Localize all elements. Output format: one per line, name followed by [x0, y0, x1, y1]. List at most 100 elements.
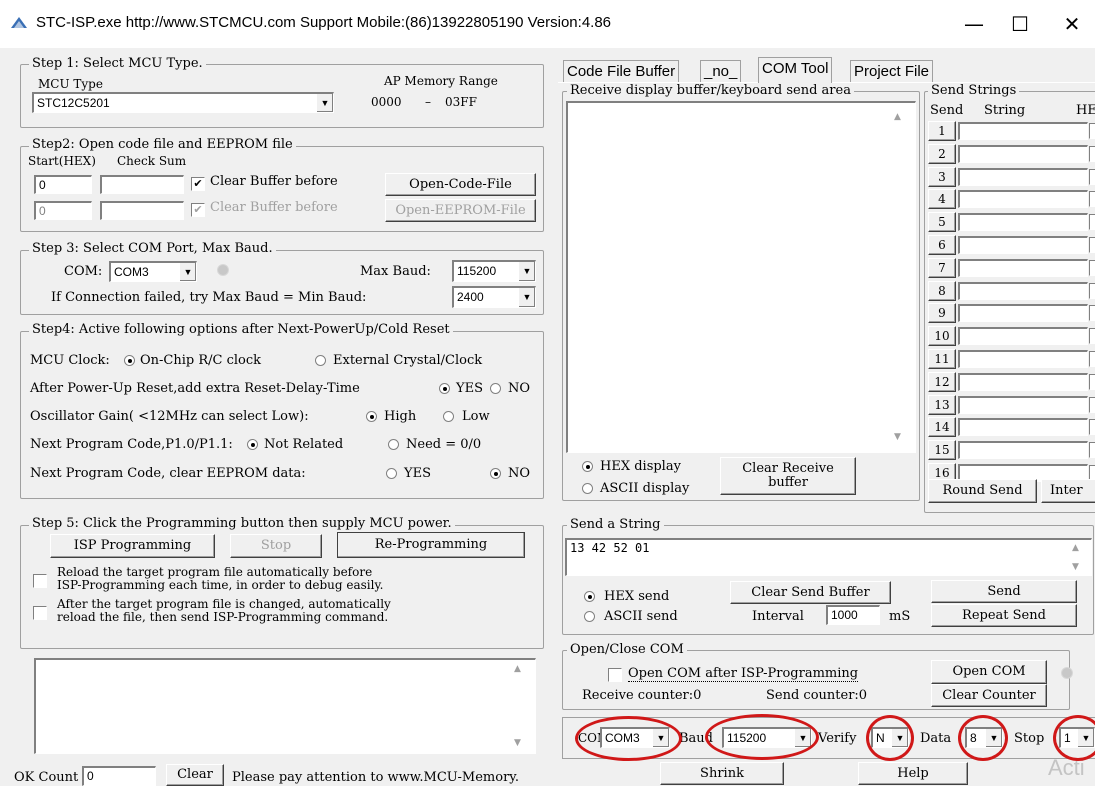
shrink-button[interactable]: Shrink: [660, 762, 784, 785]
send-string-input[interactable]: [958, 281, 1088, 300]
code-checksum-input[interactable]: [100, 175, 184, 194]
chevron-down-icon[interactable]: ▼: [518, 288, 535, 307]
send-string-number-button[interactable]: 1: [928, 121, 956, 141]
send-string-number-button[interactable]: 10: [928, 326, 956, 347]
send-string-input[interactable]: [958, 190, 1088, 209]
chevron-down-icon[interactable]: ▼: [518, 262, 535, 281]
send-string-hex-checkbox[interactable]: [1089, 145, 1095, 162]
clear-counter-button[interactable]: Clear Counter: [931, 684, 1047, 707]
send-string-hex-checkbox[interactable]: [1089, 237, 1095, 253]
ascii-send-radio[interactable]: [584, 611, 595, 622]
tab-code-file-buffer[interactable]: Code File Buffer: [563, 60, 680, 82]
send-string-hex-checkbox[interactable]: [1089, 396, 1095, 413]
send-string-hex-checkbox[interactable]: [1089, 442, 1095, 459]
help-button[interactable]: Help: [858, 762, 968, 785]
maximize-icon[interactable]: ☐: [997, 8, 1043, 40]
eeprom-checksum-input[interactable]: [100, 201, 184, 220]
send-string-number-button[interactable]: 15: [928, 440, 956, 461]
ascii-display-radio[interactable]: [582, 483, 593, 494]
send-string-number-button[interactable]: 8: [928, 280, 956, 301]
not-related-radio[interactable]: [247, 439, 258, 450]
clear-ok-count-button[interactable]: Clear: [166, 764, 224, 786]
reload-after-change-checkbox[interactable]: [33, 606, 47, 620]
reload-before-checkbox[interactable]: [33, 574, 47, 588]
clear-send-buffer-button[interactable]: Clear Send Buffer: [730, 581, 891, 604]
send-string-hex-checkbox[interactable]: [1089, 328, 1095, 345]
receive-buffer-area[interactable]: [566, 101, 916, 453]
chevron-down-icon[interactable]: ▼: [316, 94, 333, 112]
osc-gain-high-radio[interactable]: [366, 411, 377, 422]
send-string-hex-checkbox[interactable]: [1089, 214, 1095, 231]
send-string-hex-checkbox[interactable]: [1089, 351, 1095, 367]
send-string-hex-checkbox[interactable]: [1089, 282, 1095, 299]
send-string-number-button[interactable]: 12: [928, 371, 956, 392]
reset-delay-yes-radio[interactable]: [439, 383, 450, 394]
open-eeprom-file-button[interactable]: Open-EEPROM-File: [385, 199, 536, 222]
tab-com-tool[interactable]: COM Tool: [758, 57, 833, 83]
clear-eeprom-yes-radio[interactable]: [386, 468, 397, 479]
tab-no[interactable]: _no_: [700, 60, 742, 82]
interval-input[interactable]: 1000: [826, 605, 880, 625]
clear-eeprom-no-radio[interactable]: [490, 468, 501, 479]
send-string-input[interactable]: [958, 418, 1088, 437]
stop-button[interactable]: Stop: [230, 534, 322, 558]
hex-display-radio[interactable]: [582, 461, 593, 472]
send-string-input[interactable]: [958, 350, 1088, 368]
clear-buffer-checkbox-2[interactable]: ✔: [191, 203, 205, 217]
send-string-number-button[interactable]: 4: [928, 189, 956, 210]
code-start-input[interactable]: 0: [34, 175, 92, 194]
scroll-up-icon[interactable]: ▲: [894, 112, 901, 122]
send-string-input[interactable]: [958, 122, 1088, 140]
open-after-isp-checkbox[interactable]: [608, 668, 622, 682]
round-send-button[interactable]: Round Send: [928, 479, 1037, 503]
max-baud-select[interactable]: 115200 ▼: [452, 260, 536, 282]
send-string-input[interactable]: [958, 236, 1088, 254]
send-string-number-button[interactable]: 11: [928, 349, 956, 369]
clear-receive-button[interactable]: Clear Receive buffer: [720, 457, 856, 495]
send-string-input[interactable]: [958, 167, 1088, 186]
send-string-hex-checkbox[interactable]: [1089, 168, 1095, 185]
send-string-number-button[interactable]: 3: [928, 166, 956, 187]
send-string-number-button[interactable]: 5: [928, 212, 956, 233]
interval-button[interactable]: Inter: [1041, 479, 1095, 503]
send-string-input[interactable]: [958, 304, 1088, 323]
send-string-input[interactable]: [958, 372, 1088, 391]
minimize-icon[interactable]: —: [951, 8, 997, 40]
scroll-down-icon[interactable]: ▼: [894, 432, 901, 442]
send-string-input[interactable]: [958, 327, 1088, 346]
isp-programming-button[interactable]: ISP Programming: [50, 534, 215, 558]
com-port-select[interactable]: COM3 ▼: [109, 261, 197, 282]
chevron-down-icon[interactable]: ▼: [179, 263, 196, 281]
send-string-number-button[interactable]: 6: [928, 235, 956, 255]
send-string-hex-checkbox[interactable]: [1089, 373, 1095, 390]
tab-project-file[interactable]: Project File: [850, 60, 934, 82]
external-crystal-radio[interactable]: [315, 355, 326, 366]
onchip-rc-radio[interactable]: [124, 355, 135, 366]
eeprom-start-input[interactable]: 0: [34, 201, 92, 220]
repeat-send-button[interactable]: Repeat Send: [931, 604, 1077, 627]
send-string-input[interactable]: [958, 213, 1088, 232]
send-string-input[interactable]: [958, 144, 1088, 163]
send-string-input[interactable]: [958, 258, 1088, 277]
reset-delay-no-radio[interactable]: [490, 383, 501, 394]
send-string-hex-checkbox[interactable]: [1089, 259, 1095, 276]
send-string-input[interactable]: [958, 395, 1088, 414]
osc-gain-low-radio[interactable]: [443, 411, 454, 422]
send-string-number-button[interactable]: 14: [928, 417, 956, 438]
mcu-type-select[interactable]: STC12C5201 ▼: [32, 92, 334, 113]
scroll-down-icon[interactable]: ▼: [514, 738, 521, 748]
clear-buffer-checkbox-1[interactable]: ✔: [191, 177, 205, 191]
send-string-hex-checkbox[interactable]: [1089, 305, 1095, 322]
ok-count-input[interactable]: 0: [82, 766, 156, 786]
send-string-number-button[interactable]: 13: [928, 394, 956, 415]
send-string-hex-checkbox[interactable]: [1089, 191, 1095, 208]
hex-send-radio[interactable]: [584, 591, 595, 602]
scroll-down-icon[interactable]: ▼: [1072, 562, 1079, 572]
send-string-number-button[interactable]: 7: [928, 257, 956, 278]
send-string-hex-checkbox[interactable]: [1089, 419, 1095, 436]
open-code-file-button[interactable]: Open-Code-File: [385, 173, 536, 196]
send-string-hex-checkbox[interactable]: [1089, 123, 1095, 139]
need-zero-radio[interactable]: [388, 439, 399, 450]
send-button[interactable]: Send: [931, 580, 1077, 603]
send-string-number-button[interactable]: 9: [928, 303, 956, 324]
